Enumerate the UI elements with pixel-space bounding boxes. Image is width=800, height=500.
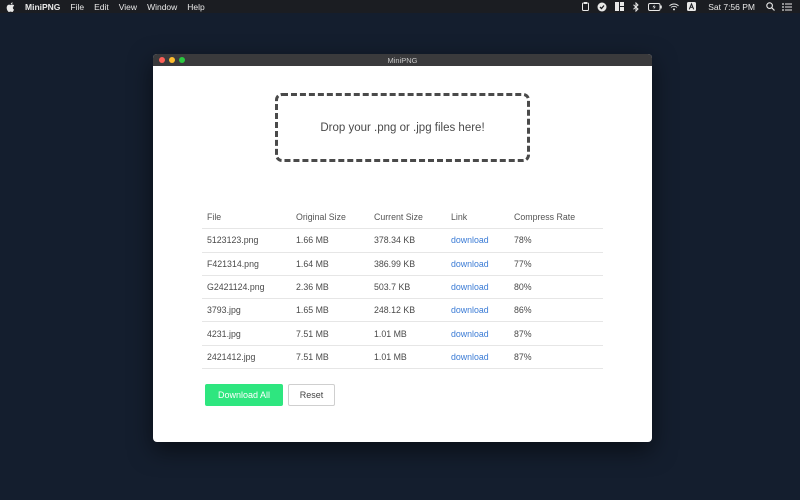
menu-app-name[interactable]: MiniPNG bbox=[25, 2, 60, 12]
menu-help[interactable]: Help bbox=[187, 2, 204, 12]
file-name: F421314.png bbox=[207, 258, 259, 269]
window-title: MiniPNG bbox=[387, 55, 418, 65]
battery-icon[interactable] bbox=[648, 2, 663, 12]
close-window-button[interactable] bbox=[159, 57, 165, 63]
apple-menu-icon[interactable] bbox=[6, 1, 15, 12]
file-drop-zone[interactable]: Drop your .png or .jpg files here! bbox=[275, 93, 530, 162]
minimize-window-button[interactable] bbox=[169, 57, 175, 63]
current-size: 386.99 KB bbox=[374, 258, 416, 269]
download-link[interactable]: download bbox=[451, 259, 489, 269]
original-size: 2.36 MB bbox=[296, 282, 329, 293]
menu-edit[interactable]: Edit bbox=[94, 2, 109, 12]
drop-zone-text: Drop your .png or .jpg files here! bbox=[320, 121, 485, 134]
clipboard-icon[interactable] bbox=[580, 2, 590, 12]
original-size: 7.51 MB bbox=[296, 351, 329, 362]
compress-rate: 78% bbox=[514, 235, 532, 246]
original-size: 1.65 MB bbox=[296, 305, 329, 316]
menu-window[interactable]: Window bbox=[147, 2, 177, 12]
table-header-row: File Original Size Current Size Link Com… bbox=[202, 206, 603, 230]
window-titlebar[interactable]: MiniPNG bbox=[153, 54, 652, 66]
download-link[interactable]: download bbox=[451, 329, 489, 339]
download-link[interactable]: download bbox=[451, 282, 489, 292]
file-name: 3793.jpg bbox=[207, 305, 241, 316]
current-size: 503.7 KB bbox=[374, 282, 411, 293]
header-original-size: Original Size bbox=[296, 212, 346, 223]
compress-rate: 86% bbox=[514, 305, 532, 316]
wifi-icon[interactable] bbox=[669, 2, 680, 12]
file-name: 2421412.jpg bbox=[207, 351, 256, 362]
download-all-button[interactable]: Download All bbox=[205, 384, 283, 406]
notification-center-icon[interactable] bbox=[782, 2, 792, 12]
table-row: F421314.png 1.64 MB 386.99 KB download 7… bbox=[202, 253, 603, 276]
bluetooth-icon[interactable] bbox=[631, 1, 641, 12]
header-compress-rate: Compress Rate bbox=[514, 212, 576, 223]
current-size: 378.34 KB bbox=[374, 235, 416, 246]
status-area: Sat 7:56 PM bbox=[573, 1, 794, 12]
input-source-icon[interactable] bbox=[686, 2, 696, 12]
table-row: 2421412.jpg 7.51 MB 1.01 MB download 87% bbox=[202, 346, 603, 370]
reset-button[interactable]: Reset bbox=[288, 384, 335, 406]
current-size: 248.12 KB bbox=[374, 305, 416, 316]
action-buttons: Download All Reset bbox=[205, 384, 335, 406]
current-size: 1.01 MB bbox=[374, 328, 407, 339]
table-row: 3793.jpg 1.65 MB 248.12 KB download 86% bbox=[202, 299, 603, 323]
compress-rate: 87% bbox=[514, 351, 532, 362]
menu-file[interactable]: File bbox=[70, 2, 84, 12]
download-link[interactable]: download bbox=[451, 235, 489, 245]
file-name: 4231.jpg bbox=[207, 328, 241, 339]
zoom-window-button[interactable] bbox=[179, 57, 185, 63]
header-current-size: Current Size bbox=[374, 212, 423, 223]
spotlight-search-icon[interactable] bbox=[765, 2, 775, 12]
download-link[interactable]: download bbox=[451, 305, 489, 315]
original-size: 1.66 MB bbox=[296, 235, 329, 246]
menu-view[interactable]: View bbox=[119, 2, 137, 12]
table-row: 5123123.png 1.66 MB 378.34 KB download 7… bbox=[202, 229, 603, 253]
file-name: 5123123.png bbox=[207, 235, 259, 246]
results-table: File Original Size Current Size Link Com… bbox=[202, 206, 603, 370]
app-window: MiniPNG Drop your .png or .jpg files her… bbox=[153, 54, 652, 442]
download-link[interactable]: download bbox=[451, 352, 489, 362]
circle-app-icon[interactable] bbox=[597, 2, 607, 12]
original-size: 7.51 MB bbox=[296, 328, 329, 339]
current-size: 1.01 MB bbox=[374, 351, 407, 362]
original-size: 1.64 MB bbox=[296, 258, 329, 269]
compress-rate: 87% bbox=[514, 328, 532, 339]
grid-icon[interactable] bbox=[614, 2, 624, 12]
table-row: G2421124.png 2.36 MB 503.7 KB download 8… bbox=[202, 276, 603, 300]
header-file: File bbox=[207, 212, 222, 223]
header-link: Link bbox=[451, 212, 468, 223]
menu-clock[interactable]: Sat 7:56 PM bbox=[708, 2, 755, 12]
menu-bar: MiniPNG File Edit View Window Help Sat 7… bbox=[0, 0, 800, 13]
table-row: 4231.jpg 7.51 MB 1.01 MB download 87% bbox=[202, 322, 603, 346]
compress-rate: 77% bbox=[514, 258, 532, 269]
traffic-lights bbox=[159, 57, 189, 63]
compress-rate: 80% bbox=[514, 282, 532, 293]
file-name: G2421124.png bbox=[207, 282, 265, 293]
